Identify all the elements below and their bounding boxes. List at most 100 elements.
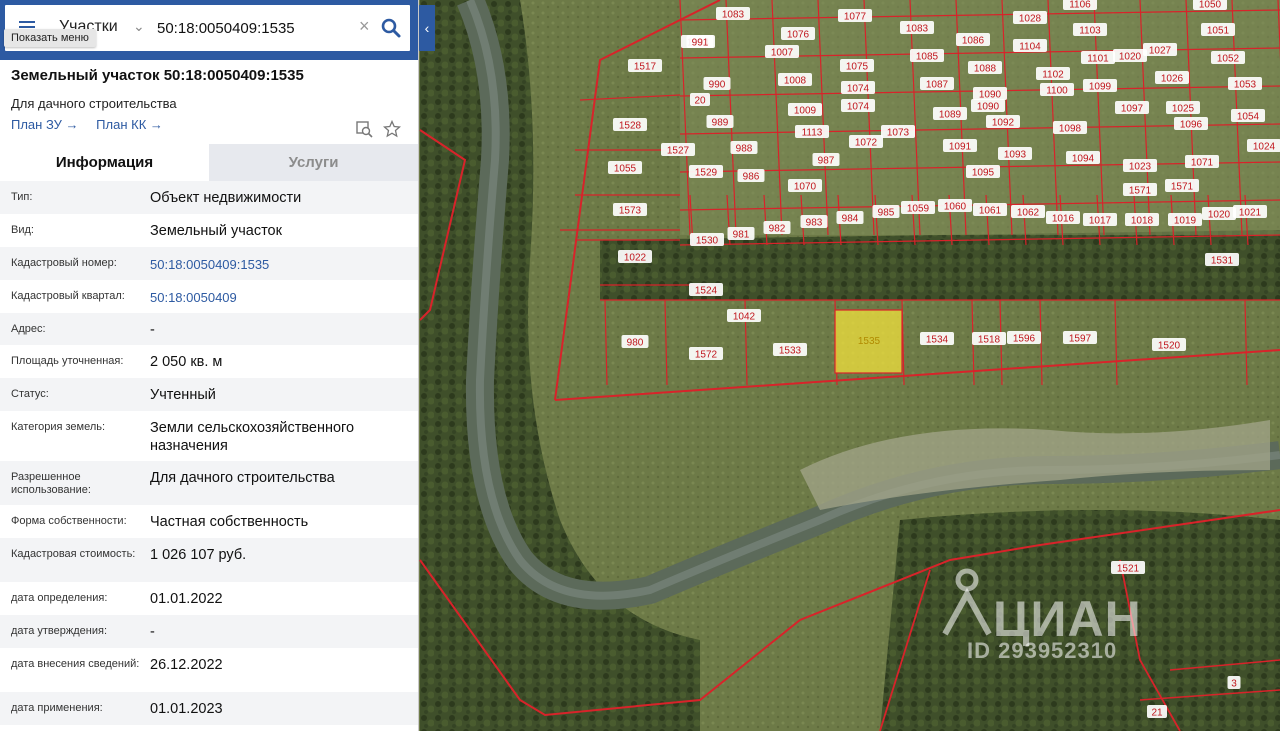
parcel-number-label: 1106 (1063, 0, 1097, 11)
parcel-number-text: 981 (733, 230, 750, 241)
detail-value: 2 050 кв. м (150, 354, 223, 370)
detail-label: Вид: (11, 224, 34, 236)
parcel-number-text: 1018 (1131, 216, 1154, 227)
detail-label: Кадастровая стоимость: (11, 548, 136, 560)
page-title: Земельный участок 50:18:0050409:1535 (11, 67, 304, 84)
detail-label: дата утверждения: (11, 625, 108, 637)
parcel-number-text: 1072 (855, 138, 878, 149)
parcel-number-text: 1089 (939, 110, 962, 121)
parcel-number-text: 1020 (1208, 210, 1231, 221)
detail-value: Земли сельскохозяйственного назначения (150, 420, 355, 454)
parcel-number-label: 1027 (1143, 43, 1177, 57)
parcel-number-label: 985 (872, 205, 900, 219)
parcel-number-text: 1530 (696, 236, 719, 247)
detail-value: Объект недвижимости (150, 190, 302, 206)
parcel-number-label: 1104 (1013, 39, 1047, 53)
arrow-right-icon: → (65, 117, 79, 132)
parcel-number-text: 1571 (1171, 182, 1194, 193)
zoom-to-parcel-icon[interactable] (355, 120, 373, 138)
chevron-down-icon[interactable]: ⌄ (133, 18, 145, 35)
parcel-number-label: 1071 (1185, 155, 1219, 169)
parcel-number-text: 1571 (1129, 186, 1152, 197)
parcel-number-label: 1528 (613, 118, 647, 132)
tab-info[interactable]: Информация (0, 144, 209, 181)
detail-label: Категория земель: (11, 421, 106, 433)
parcel-number-label: 1572 (689, 347, 723, 361)
parcel-number-text: 1517 (634, 62, 657, 73)
parcel-number-label: 1074 (841, 99, 875, 113)
parcel-number-text: 1597 (1069, 334, 1092, 345)
parcel-number-label: 989 (706, 115, 734, 129)
parcel-number-label: 1571 (1165, 179, 1199, 193)
parcel-number-text: 989 (712, 118, 729, 129)
arrow-right-icon: → (149, 117, 163, 132)
parcel-number-label: 990 (703, 77, 731, 91)
parcel-number-label: 1101 (1081, 51, 1115, 65)
detail-row: Площадь уточненная: 2 050 кв. м (0, 345, 418, 378)
plan-kk-label: План КК (96, 117, 147, 132)
parcel-number-label: 1530 (690, 233, 724, 247)
parcel-number-text: 1083 (906, 24, 929, 35)
tab-services[interactable]: Услуги (209, 144, 418, 181)
top-bar: Участки ⌄ × Показать меню (0, 0, 418, 60)
parcel-number-text: 1021 (1239, 208, 1262, 219)
parcel-number-label: 1026 (1155, 71, 1189, 85)
parcel-number-label: 987 (812, 153, 840, 167)
parcel-number-label: 1527 (661, 143, 695, 157)
parcel-number-text: 1086 (962, 36, 985, 47)
tool-icons (355, 120, 401, 138)
parcel-number-label: 1088 (968, 61, 1002, 75)
parcel-number-label: 1521 (1111, 561, 1145, 575)
detail-label: Разрешенное использование: (11, 471, 91, 496)
parcel-number-label: 1059 (901, 201, 935, 215)
selected-parcel-label: 1535 (858, 336, 881, 347)
parcel-number-label: 21 (1147, 705, 1167, 719)
details-list: Тип: Объект недвижимости Вид: Земельный уча… (0, 181, 418, 725)
parcel-number-label: 1072 (849, 135, 883, 149)
parcel-number-text: 1100 (1046, 86, 1068, 97)
detail-value: Учтенный (150, 387, 216, 403)
parcel-number-label: 1089 (933, 107, 967, 121)
plan-zu-link[interactable]: План ЗУ → (11, 117, 79, 132)
parcel-number-text: 1518 (978, 335, 1001, 346)
parcel-number-text: 1090 (979, 90, 1002, 101)
tab-bar: Информация Услуги (0, 144, 418, 181)
parcel-number-text: 1020 (1119, 52, 1142, 63)
parcel-number-label: 1025 (1166, 101, 1200, 115)
parcel-number-text: 1009 (794, 106, 817, 117)
parcel-number-label: 1020 (1113, 49, 1147, 63)
plan-kk-link[interactable]: План КК → (96, 117, 163, 132)
detail-row: Разрешенное использование: Для дачного ст… (0, 461, 418, 505)
parcel-number-text: 1528 (619, 121, 642, 132)
parcel-number-label: 1007 (765, 45, 799, 59)
detail-value: Земельный участок (150, 223, 282, 239)
close-icon[interactable]: × (359, 16, 370, 37)
parcel-number-label: 1054 (1231, 109, 1265, 123)
parcel-number-label: 1061 (973, 203, 1007, 217)
parcel-number-label: 1023 (1123, 159, 1157, 173)
detail-label: Кадастровый номер: (11, 257, 117, 269)
parcel-number-text: 1042 (733, 312, 756, 323)
parcel-number-text: 1113 (802, 128, 823, 139)
detail-value-link[interactable]: 50:18:0050409:1535 (150, 247, 407, 274)
plan-zu-label: План ЗУ (11, 117, 62, 132)
star-icon[interactable] (383, 120, 401, 138)
detail-value-link[interactable]: 50:18:0050409 (150, 280, 407, 307)
parcel-number-text: 980 (627, 338, 644, 349)
parcel-header: Земельный участок 50:18:0050409:1535 Для… (0, 60, 418, 144)
parcel-number-label: 3 (1227, 676, 1241, 690)
detail-value: - (150, 322, 155, 338)
parcel-number-label: 1529 (689, 165, 723, 179)
search-icon[interactable] (380, 17, 402, 39)
parcel-number-text: 1075 (846, 62, 869, 73)
search-input[interactable] (157, 16, 357, 40)
parcel-number-text: 1095 (972, 168, 995, 179)
parcel-number-label: 20 (690, 93, 710, 107)
detail-value: 1 026 107 руб. (150, 547, 247, 563)
parcel-number-label: 1093 (998, 147, 1032, 161)
parcel-number-text: 1016 (1052, 214, 1075, 225)
parcel-number-text: 1071 (1191, 158, 1214, 169)
collapse-panel-button[interactable]: ‹ (419, 5, 435, 51)
detail-row: Форма собственности: Частная собственност… (0, 505, 418, 538)
parcel-number-text: 1022 (624, 253, 647, 264)
